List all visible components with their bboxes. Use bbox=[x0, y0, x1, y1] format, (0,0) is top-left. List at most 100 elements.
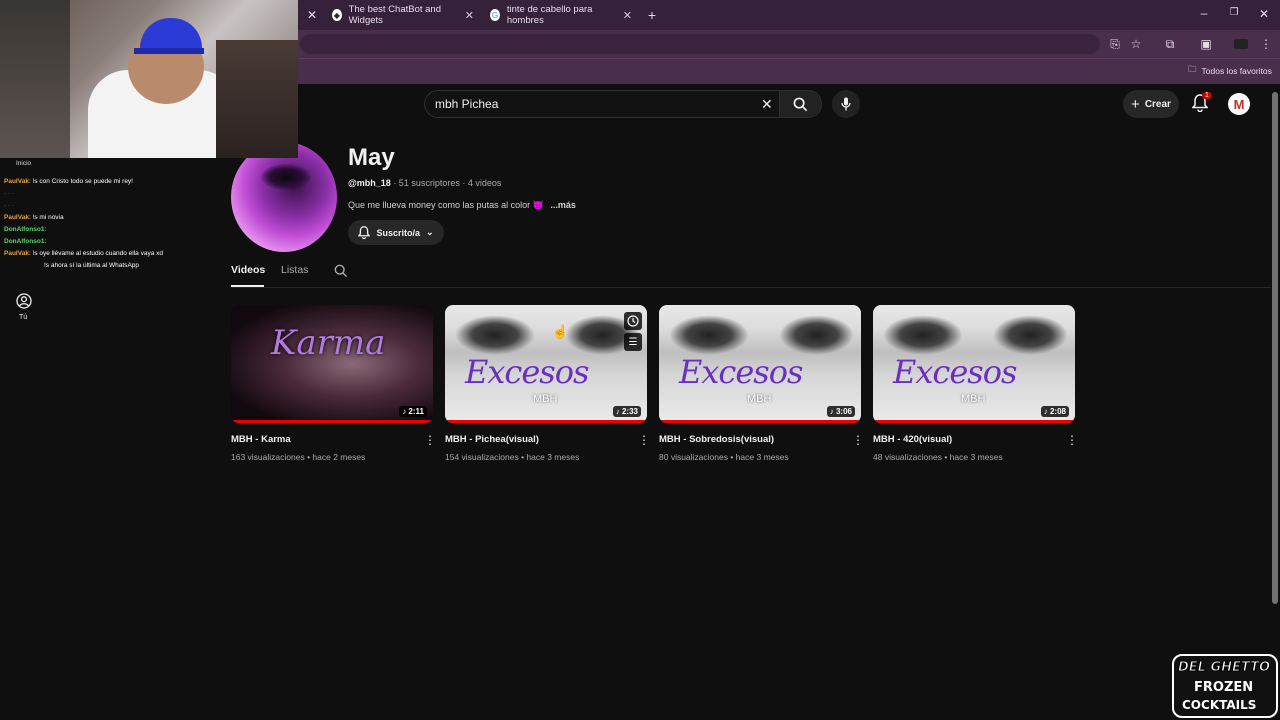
extensions-icon[interactable]: ⧉ bbox=[1162, 37, 1178, 52]
video-title[interactable]: MBH - Karma bbox=[231, 434, 291, 445]
tab-videos[interactable]: Videos bbox=[231, 264, 265, 276]
you-icon[interactable] bbox=[16, 293, 32, 309]
duration-badge: ♪ 2:11 bbox=[399, 406, 427, 417]
channel-meta: @mbh_18 · 51 suscriptores · 4 videos bbox=[348, 178, 501, 188]
voice-search-button[interactable] bbox=[832, 90, 860, 118]
add-to-queue-icon[interactable]: ☰ bbox=[624, 333, 642, 351]
description-text: Que me llueva money como las putas al co… bbox=[348, 200, 544, 210]
video-meta: 154 visualizaciones • hace 3 meses bbox=[445, 452, 580, 462]
video-title[interactable]: MBH - Sobredosis(visual) bbox=[659, 434, 774, 445]
create-label: Crear bbox=[1144, 98, 1171, 110]
channel-avatar bbox=[231, 142, 337, 252]
del-ghetto-logo: DEL GHETTO FROZEN COCKTAILS bbox=[1172, 654, 1278, 718]
browser-tab-search[interactable]: G tinte de cabello para hombres ✕ bbox=[482, 4, 640, 26]
thumb-title: Karma bbox=[271, 323, 386, 363]
new-tab-icon[interactable]: + bbox=[644, 7, 660, 23]
thumb-title: Excesos bbox=[893, 353, 1017, 391]
logo-line1: DEL GHETTO bbox=[1178, 660, 1271, 676]
chevron-down-icon: ⌄ bbox=[425, 227, 434, 237]
chat-message: !s ahora sí la última al WhatsApp bbox=[44, 262, 140, 269]
more-link[interactable]: ...más bbox=[550, 200, 576, 210]
watch-progress-bar bbox=[659, 420, 861, 423]
page-scrollbar[interactable] bbox=[1272, 92, 1278, 604]
tab-title: tinte de cabello para hombres bbox=[506, 4, 593, 26]
chat-user: PaulVak bbox=[4, 214, 29, 221]
chat-line: · · · bbox=[4, 190, 15, 197]
duration-text: 2:11 bbox=[408, 407, 424, 416]
logo-line2: FROZEN bbox=[1194, 680, 1254, 695]
stream-chat: Inicio PaulVak: !s con Cristo todo se pu… bbox=[0, 158, 230, 278]
logo-line3: COCKTAILS bbox=[1182, 698, 1257, 712]
chat-message: : bbox=[44, 226, 47, 233]
minimize-icon[interactable]: – bbox=[1196, 6, 1212, 20]
create-button[interactable]: + Crear bbox=[1123, 90, 1179, 118]
chat-line: !s ahora sí la última al WhatsApp bbox=[0, 260, 230, 272]
subscribed-button[interactable]: Suscrito/a ⌄ bbox=[348, 220, 444, 245]
video-title[interactable]: MBH - 420(visual) bbox=[873, 434, 952, 445]
video-menu-icon[interactable]: ⋮ bbox=[1066, 433, 1078, 447]
chat-message: : !s con Cristo todo se puede mi rey! bbox=[28, 178, 133, 185]
video-menu-icon[interactable]: ⋮ bbox=[852, 433, 864, 447]
watch-later-button[interactable] bbox=[624, 312, 642, 330]
chat-user: PaulVak bbox=[4, 250, 29, 257]
duration-text: 2:33 bbox=[621, 407, 638, 416]
search-input[interactable] bbox=[435, 97, 755, 111]
video-title[interactable]: MBH - Pichea(visual) bbox=[445, 434, 539, 445]
video-menu-icon[interactable]: ⋮ bbox=[424, 433, 436, 447]
thumb-subtitle: MBH bbox=[747, 393, 772, 405]
notification-badge: 1 bbox=[1202, 92, 1212, 99]
bookmarks-label: Todos los favoritos bbox=[1201, 66, 1272, 76]
video-thumbnail-sobredosis[interactable]: Excesos MBH ♪ 3:06 bbox=[659, 305, 861, 423]
thumb-title: Excesos bbox=[465, 353, 589, 391]
account-avatar[interactable]: M bbox=[1228, 93, 1250, 115]
bookmark-star-icon[interactable]: ☆ bbox=[1128, 37, 1144, 51]
search-box[interactable]: ✕ bbox=[424, 90, 822, 118]
channel-handle: @mbh_18 bbox=[348, 178, 391, 188]
chat-user: DonAlfonso1 bbox=[4, 226, 45, 233]
window-close-icon[interactable]: ✕ bbox=[1256, 7, 1272, 21]
search-button[interactable] bbox=[779, 91, 821, 117]
chat-user: DonAlfonso1 bbox=[4, 238, 45, 245]
side-panel-icon[interactable]: ▣ bbox=[1198, 37, 1214, 51]
video-meta: 80 visualizaciones • hace 3 meses bbox=[659, 452, 789, 462]
browser-tab-chatbot[interactable]: ◆ The best ChatBot and Widgets ✕ bbox=[324, 4, 482, 26]
thumb-title: Excesos bbox=[679, 353, 803, 391]
watch-progress-bar bbox=[873, 420, 1075, 423]
close-tab-icon[interactable]: ✕ bbox=[304, 8, 320, 22]
tab-favicon-icon: ◆ bbox=[332, 9, 342, 21]
duration-badge: ♪ 2:33 bbox=[612, 406, 641, 417]
duration-text: 2:08 bbox=[1049, 407, 1066, 416]
video-thumbnail-420[interactable]: Excesos MBH ♪ 2:08 bbox=[873, 305, 1075, 423]
video-thumbnail-karma[interactable]: Karma ♪ 2:11 bbox=[231, 305, 433, 423]
chat-message: : !s mi novia bbox=[28, 214, 64, 221]
video-thumbnail-pichea[interactable]: Excesos MBH ☰ ♪ 2:33 bbox=[445, 305, 647, 423]
restore-icon[interactable]: ❐ bbox=[1226, 7, 1242, 18]
sidebar-you-label[interactable]: Tú bbox=[19, 314, 27, 321]
close-icon[interactable]: ✕ bbox=[623, 9, 632, 22]
folder-icon: 🗀 bbox=[1188, 64, 1197, 74]
chat-line: DonAlfonso1: bbox=[0, 224, 230, 236]
tabs-divider bbox=[231, 287, 1271, 288]
notifications-button[interactable]: 1 bbox=[1191, 92, 1212, 114]
thumb-subtitle: MBH bbox=[533, 393, 558, 405]
chat-line: · · · bbox=[4, 202, 15, 209]
microphone-icon bbox=[841, 97, 851, 111]
close-icon[interactable]: ✕ bbox=[465, 9, 474, 22]
search-icon bbox=[793, 97, 808, 111]
video-menu-icon[interactable]: ⋮ bbox=[638, 433, 650, 447]
chat-line: PaulVak: !s oye llévame al estudio cuand… bbox=[0, 248, 230, 260]
chat-user: PaulVak bbox=[4, 178, 29, 185]
subscribe-label: Suscrito/a bbox=[376, 227, 420, 238]
watch-progress-bar bbox=[231, 420, 433, 423]
sidebar-home-label: Inicio bbox=[16, 160, 32, 167]
install-app-icon[interactable]: ⎘ bbox=[1107, 37, 1123, 52]
address-bar[interactable] bbox=[300, 34, 1100, 54]
menu-kebab-icon[interactable]: ⋮ bbox=[1258, 37, 1274, 51]
channel-name: May bbox=[348, 144, 395, 171]
profile-icon[interactable] bbox=[1234, 39, 1248, 49]
channel-description[interactable]: Que me llueva money como las putas al co… bbox=[348, 200, 576, 211]
tab-listas[interactable]: Listas bbox=[281, 264, 308, 276]
clear-search-icon[interactable]: ✕ bbox=[761, 96, 773, 113]
channel-search-icon[interactable] bbox=[334, 264, 348, 278]
all-bookmarks[interactable]: 🗀 Todos los favoritos bbox=[1188, 64, 1272, 78]
